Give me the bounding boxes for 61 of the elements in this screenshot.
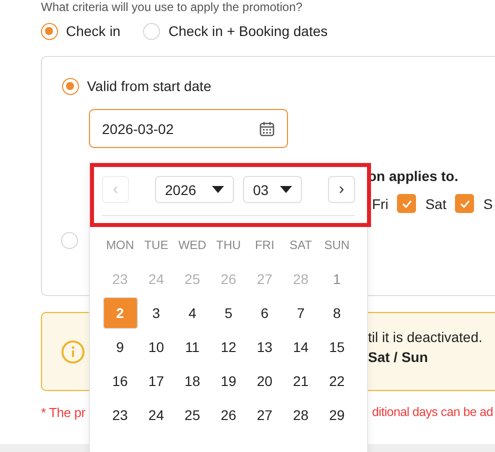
weekday-header: MON (105, 237, 136, 254)
calendar-day[interactable]: 3 (138, 297, 174, 329)
calendar-day[interactable]: 18 (174, 365, 210, 397)
calendar-icon (259, 120, 275, 136)
caret-icon (280, 186, 292, 193)
calendar-day[interactable]: 9 (102, 331, 138, 363)
calendar-day[interactable]: 8 (319, 297, 354, 329)
radio-button[interactable] (61, 232, 78, 249)
check-icon (402, 200, 412, 208)
radio-label: Check in + Booking dates (168, 22, 328, 40)
calendar-day[interactable]: 12 (210, 331, 246, 363)
weekday-header: FRI (254, 237, 276, 254)
radio-button[interactable] (62, 78, 79, 94)
calendar-day[interactable]: 6 (247, 297, 282, 329)
next-month-button[interactable]: › (328, 176, 355, 203)
weekday-header: TUE (143, 237, 170, 254)
calendar-day[interactable]: 22 (319, 365, 354, 397)
calendar-day[interactable]: 7 (283, 297, 318, 329)
note-text: * The pr (41, 405, 86, 420)
calendar-day[interactable]: 10 (138, 331, 174, 363)
weekday-header: SAT (288, 237, 313, 254)
calendar-day[interactable]: 29 (319, 399, 354, 431)
calendar-day[interactable]: 11 (174, 331, 210, 363)
calendar-day[interactable]: 5 (210, 297, 246, 329)
checkbox[interactable] (397, 194, 416, 213)
calendar-day[interactable]: 23 (102, 399, 138, 431)
radio-button[interactable] (143, 22, 160, 40)
calendar-day[interactable]: 28 (283, 399, 318, 431)
checkbox-label: S (483, 196, 493, 212)
radio-label: Valid from start date (87, 77, 212, 95)
month-select[interactable]: 03 (243, 176, 302, 203)
calendar-day[interactable]: 21 (283, 365, 318, 397)
radio-button[interactable] (41, 22, 58, 40)
info-text: til it is deactivated. (368, 328, 482, 346)
calendar-day[interactable]: 16 (102, 365, 138, 397)
question-text: What criteria will you use to apply the promotion? (41, 0, 304, 14)
radio-label: Check in (66, 22, 120, 40)
checkbox-label: Sat (425, 196, 446, 212)
caret-icon (212, 186, 224, 193)
year-select[interactable]: 2026 (155, 176, 234, 203)
weekday-header: WED (177, 237, 208, 254)
calendar-day[interactable]: 20 (247, 365, 282, 397)
date-field[interactable]: 2026-03-02 (89, 109, 288, 148)
info-text: Sat / Sun (368, 348, 429, 366)
calendar-day[interactable]: 24 (138, 399, 174, 431)
calendar-day[interactable]: 4 (174, 297, 210, 329)
weekday-header: THU (215, 237, 242, 254)
weekday-header: SUN (323, 237, 351, 254)
calendar-day[interactable]: 19 (210, 365, 246, 397)
check-icon (460, 200, 470, 208)
checkbox[interactable] (455, 194, 474, 213)
calendar-day[interactable]: 17 (138, 365, 174, 397)
note-text: ditional days can be ad (372, 405, 493, 420)
calendar-day[interactable]: 14 (283, 331, 318, 363)
calendar-day[interactable]: 13 (247, 331, 282, 363)
calendar-day[interactable]: 27 (247, 399, 282, 431)
calendar-day[interactable]: 15 (319, 331, 354, 363)
calendar-day[interactable]: 25 (174, 399, 210, 431)
info-icon (61, 340, 85, 364)
calendar-day[interactable]: 26 (210, 399, 246, 431)
checkbox-label: Fri (372, 196, 388, 212)
